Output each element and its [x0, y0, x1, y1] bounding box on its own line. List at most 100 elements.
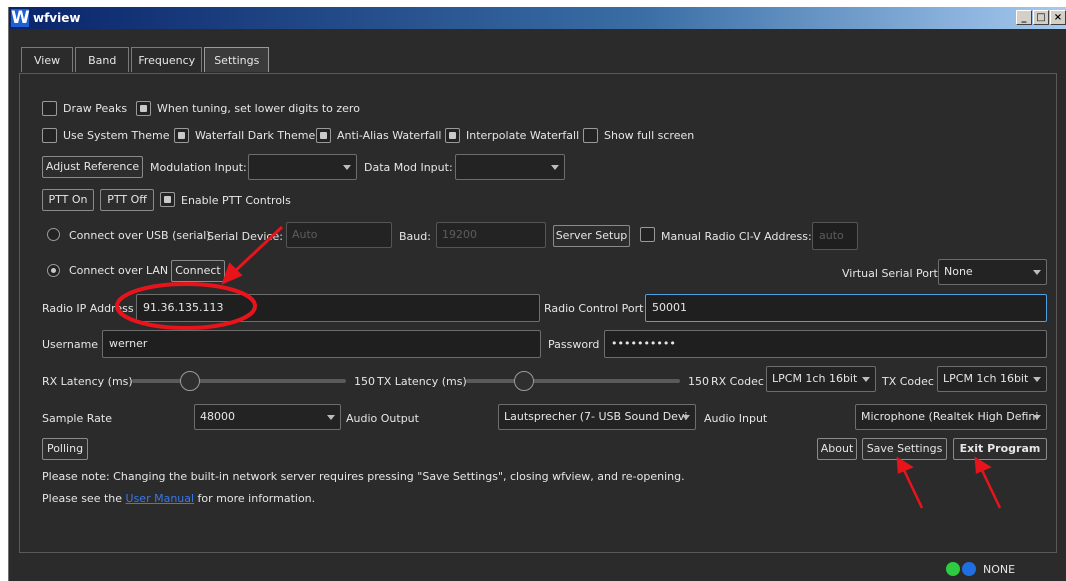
username-input[interactable]: werner [102, 330, 541, 358]
rx-latency-slider[interactable] [132, 379, 346, 383]
radio-ip-input[interactable]: 91.36.135.113 [136, 294, 540, 322]
status-bar: NONE [9, 557, 1066, 581]
baud-select[interactable]: 19200 [436, 222, 546, 248]
audio-output-label: Audio Output [346, 412, 419, 425]
tx-codec-select[interactable]: LPCM 1ch 16bit [937, 366, 1047, 392]
lower-digits-zero-checkbox[interactable] [136, 101, 151, 116]
exit-program-button[interactable]: Exit Program [953, 438, 1047, 460]
draw-peaks-label: Draw Peaks [63, 102, 128, 115]
adjust-reference-button[interactable]: Adjust Reference [42, 156, 143, 178]
use-system-theme-label: Use System Theme [63, 129, 170, 142]
interpolate-waterfall-checkbox[interactable] [445, 128, 460, 143]
ptt-off-button[interactable]: PTT Off [100, 189, 154, 211]
chevron-down-icon [1033, 415, 1041, 420]
connect-usb-radio[interactable] [47, 228, 60, 241]
network-server-note: Please note: Changing the built-in netwo… [42, 470, 685, 483]
serial-device-label: Serial Device: [207, 230, 283, 243]
chevron-down-icon [1033, 377, 1041, 382]
status-led-blue-icon [962, 562, 976, 576]
tab-settings[interactable]: Settings [204, 47, 270, 72]
server-setup-button[interactable]: Server Setup [553, 225, 630, 247]
tx-latency-slider-handle[interactable] [514, 371, 534, 391]
tx-latency-label: TX Latency (ms) [377, 375, 467, 388]
radio-control-port-input[interactable]: 50001 [645, 294, 1047, 322]
waterfall-dark-theme-checkbox[interactable] [174, 128, 189, 143]
wfview-logo-icon: W [11, 8, 30, 28]
status-text: NONE [983, 563, 1016, 576]
anti-alias-waterfall-checkbox[interactable] [316, 128, 331, 143]
use-system-theme-checkbox[interactable] [42, 128, 57, 143]
baud-label: Baud: [399, 230, 431, 243]
chevron-down-icon [551, 165, 559, 170]
manual-note-suffix: for more information. [194, 492, 316, 505]
window-title: wfview [33, 11, 81, 25]
polling-button[interactable]: Polling [42, 438, 88, 460]
audio-output-value: Lautsprecher (7- USB Sound Devi [504, 410, 688, 423]
virtual-serial-port-select[interactable]: None [938, 259, 1047, 285]
sample-rate-select[interactable]: 48000 [194, 404, 341, 430]
modulation-input-select[interactable] [248, 154, 357, 180]
data-mod-input-select[interactable] [455, 154, 565, 180]
radio-control-port-label: Radio Control Port [544, 302, 644, 315]
enable-ptt-controls-label: Enable PTT Controls [181, 194, 291, 207]
rx-codec-select[interactable]: LPCM 1ch 16bit [766, 366, 876, 392]
show-full-screen-label: Show full screen [604, 129, 695, 142]
about-button[interactable]: About [817, 438, 857, 460]
tx-codec-label: TX Codec [882, 375, 934, 388]
sample-rate-label: Sample Rate [42, 412, 112, 425]
close-button[interactable]: × [1050, 10, 1066, 25]
connect-button[interactable]: Connect [171, 260, 225, 282]
lower-digits-zero-label: When tuning, set lower digits to zero [157, 102, 360, 115]
rx-codec-label: RX Codec [711, 375, 764, 388]
serial-device-select[interactable]: Auto [286, 222, 392, 248]
manual-note: Please see the User Manual for more info… [42, 492, 315, 505]
ptt-on-button[interactable]: PTT On [42, 189, 94, 211]
manual-note-prefix: Please see the [42, 492, 126, 505]
manual-civ-checkbox[interactable] [640, 227, 655, 242]
password-label: Password [548, 338, 600, 351]
anti-alias-waterfall-label: Anti-Alias Waterfall [337, 129, 442, 142]
chevron-down-icon [327, 415, 335, 420]
rx-codec-value: LPCM 1ch 16bit [772, 372, 858, 385]
username-label: Username [42, 338, 99, 351]
tx-latency-value: 150 [688, 375, 709, 388]
show-full-screen-checkbox[interactable] [583, 128, 598, 143]
virtual-serial-port-value: None [944, 265, 973, 278]
rx-latency-slider-handle[interactable] [180, 371, 200, 391]
tab-view[interactable]: View [21, 47, 74, 72]
audio-input-select[interactable]: Microphone (Realtek High Defini [855, 404, 1047, 430]
draw-peaks-checkbox[interactable] [42, 101, 57, 116]
rx-latency-value: 150 [354, 375, 375, 388]
civ-address-input[interactable]: auto [812, 222, 858, 250]
tab-frequency[interactable]: Frequency [131, 47, 203, 72]
sample-rate-value: 48000 [200, 410, 235, 423]
virtual-serial-port-label: Virtual Serial Port [842, 267, 938, 280]
connect-lan-radio[interactable] [47, 264, 60, 277]
audio-output-select[interactable]: Lautsprecher (7- USB Sound Devi [498, 404, 696, 430]
save-settings-button[interactable]: Save Settings [862, 438, 947, 460]
main-window: W wfview _ □ × View Band Frequency Setti… [8, 7, 1066, 581]
title-bar[interactable]: W wfview _ □ × [9, 7, 1066, 29]
audio-input-value: Microphone (Realtek High Defini [861, 410, 1039, 423]
modulation-input-label: Modulation Input: [150, 161, 247, 174]
tab-band[interactable]: Band [75, 47, 130, 72]
tx-codec-value: LPCM 1ch 16bit [943, 372, 1029, 385]
connect-lan-label: Connect over LAN [69, 264, 169, 277]
data-mod-input-label: Data Mod Input: [364, 161, 453, 174]
settings-panel: Draw Peaks When tuning, set lower digits… [19, 73, 1057, 553]
status-led-green-icon [946, 562, 960, 576]
password-input[interactable]: •••••••••• [604, 330, 1047, 358]
audio-input-label: Audio Input [704, 412, 768, 425]
user-manual-link[interactable]: User Manual [126, 492, 195, 505]
maximize-button[interactable]: □ [1033, 10, 1049, 25]
minimize-button[interactable]: _ [1016, 10, 1032, 25]
enable-ptt-controls-checkbox[interactable] [160, 192, 175, 207]
waterfall-dark-theme-label: Waterfall Dark Theme [195, 129, 316, 142]
manual-civ-label: Manual Radio CI-V Address: [661, 230, 812, 243]
tx-latency-slider[interactable] [466, 379, 680, 383]
chevron-down-icon [862, 377, 870, 382]
rx-latency-label: RX Latency (ms) [42, 375, 133, 388]
interpolate-waterfall-label: Interpolate Waterfall [466, 129, 580, 142]
connect-usb-label: Connect over USB (serial) [69, 229, 211, 242]
chevron-down-icon [682, 415, 690, 420]
